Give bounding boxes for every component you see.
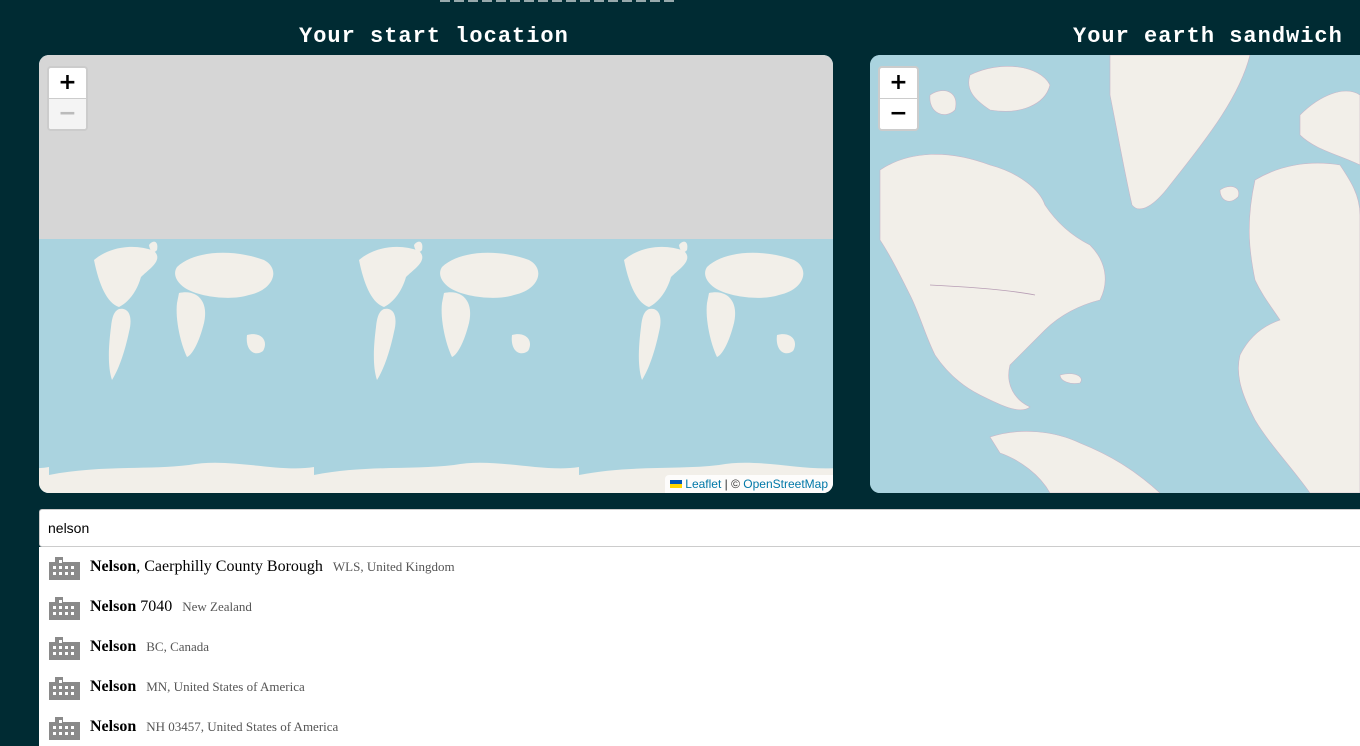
- search-result-item[interactable]: Nelson 7040 New Zealand: [39, 587, 1360, 627]
- result-name: Nelson: [90, 718, 136, 736]
- result-match: Nelson: [90, 638, 137, 655]
- leaflet-link[interactable]: Leaflet: [685, 477, 721, 491]
- zoom-out-button[interactable]: −: [880, 98, 917, 129]
- result-region: WLS, United Kingdom: [332, 559, 455, 574]
- empty-map-area: [39, 55, 833, 239]
- openstreetmap-link[interactable]: OpenStreetMap: [743, 477, 828, 491]
- start-map-zoom-control: + −: [47, 66, 88, 131]
- result-match: Nelson: [90, 718, 137, 735]
- search-results-list: Nelson, Caerphilly County Borough WLS, Un…: [39, 547, 1360, 746]
- earth-sandwich-map[interactable]: + −: [870, 55, 1360, 493]
- result-match: Nelson: [90, 558, 137, 575]
- search-result-item[interactable]: Nelson, Caerphilly County Borough WLS, Un…: [39, 547, 1360, 587]
- search-result-item[interactable]: Nelson BC, Canada: [39, 627, 1360, 667]
- attribution-separator: | ©: [721, 477, 744, 491]
- sandwich-map-zoom-control: + −: [878, 66, 919, 131]
- city-icon: [49, 717, 80, 740]
- start-location-map[interactable]: + − Leaflet | © OpenStreetMap: [39, 55, 833, 493]
- city-icon: [49, 597, 80, 620]
- ukraine-flag-icon: [670, 479, 683, 488]
- map-attribution: Leaflet | © OpenStreetMap: [665, 475, 833, 493]
- result-name: Nelson, Caerphilly County Borough: [90, 558, 323, 576]
- start-location-heading: Your start location: [299, 24, 569, 49]
- result-match: Nelson: [90, 598, 137, 615]
- result-suffix: 7040: [136, 598, 173, 615]
- search-result-item[interactable]: Nelson MN, United States of America: [39, 667, 1360, 707]
- result-suffix: , Caerphilly County Borough: [136, 558, 323, 575]
- city-icon: [49, 677, 80, 700]
- result-region: BC, Canada: [146, 639, 210, 654]
- zoom-in-button[interactable]: +: [880, 68, 917, 98]
- zoom-in-button[interactable]: +: [49, 68, 86, 98]
- result-name: Nelson: [90, 678, 136, 696]
- result-region: NH 03457, United States of America: [146, 719, 339, 734]
- earth-sandwich-heading: Your earth sandwich: [1073, 24, 1343, 49]
- result-name: Nelson: [90, 638, 136, 656]
- search-result-item[interactable]: Nelson NH 03457, United States of America: [39, 707, 1360, 746]
- result-match: Nelson: [90, 678, 137, 695]
- sandwich-map-tiles[interactable]: [870, 55, 1360, 493]
- result-region: MN, United States of America: [146, 679, 305, 694]
- result-region: New Zealand: [182, 599, 252, 614]
- city-icon: [49, 557, 80, 580]
- location-search-input[interactable]: [39, 509, 1360, 547]
- zoom-out-button[interactable]: −: [49, 98, 86, 129]
- clipped-intro-text: [440, 0, 710, 2]
- result-name: Nelson 7040: [90, 598, 172, 616]
- start-map-tiles[interactable]: [39, 55, 833, 493]
- city-icon: [49, 637, 80, 660]
